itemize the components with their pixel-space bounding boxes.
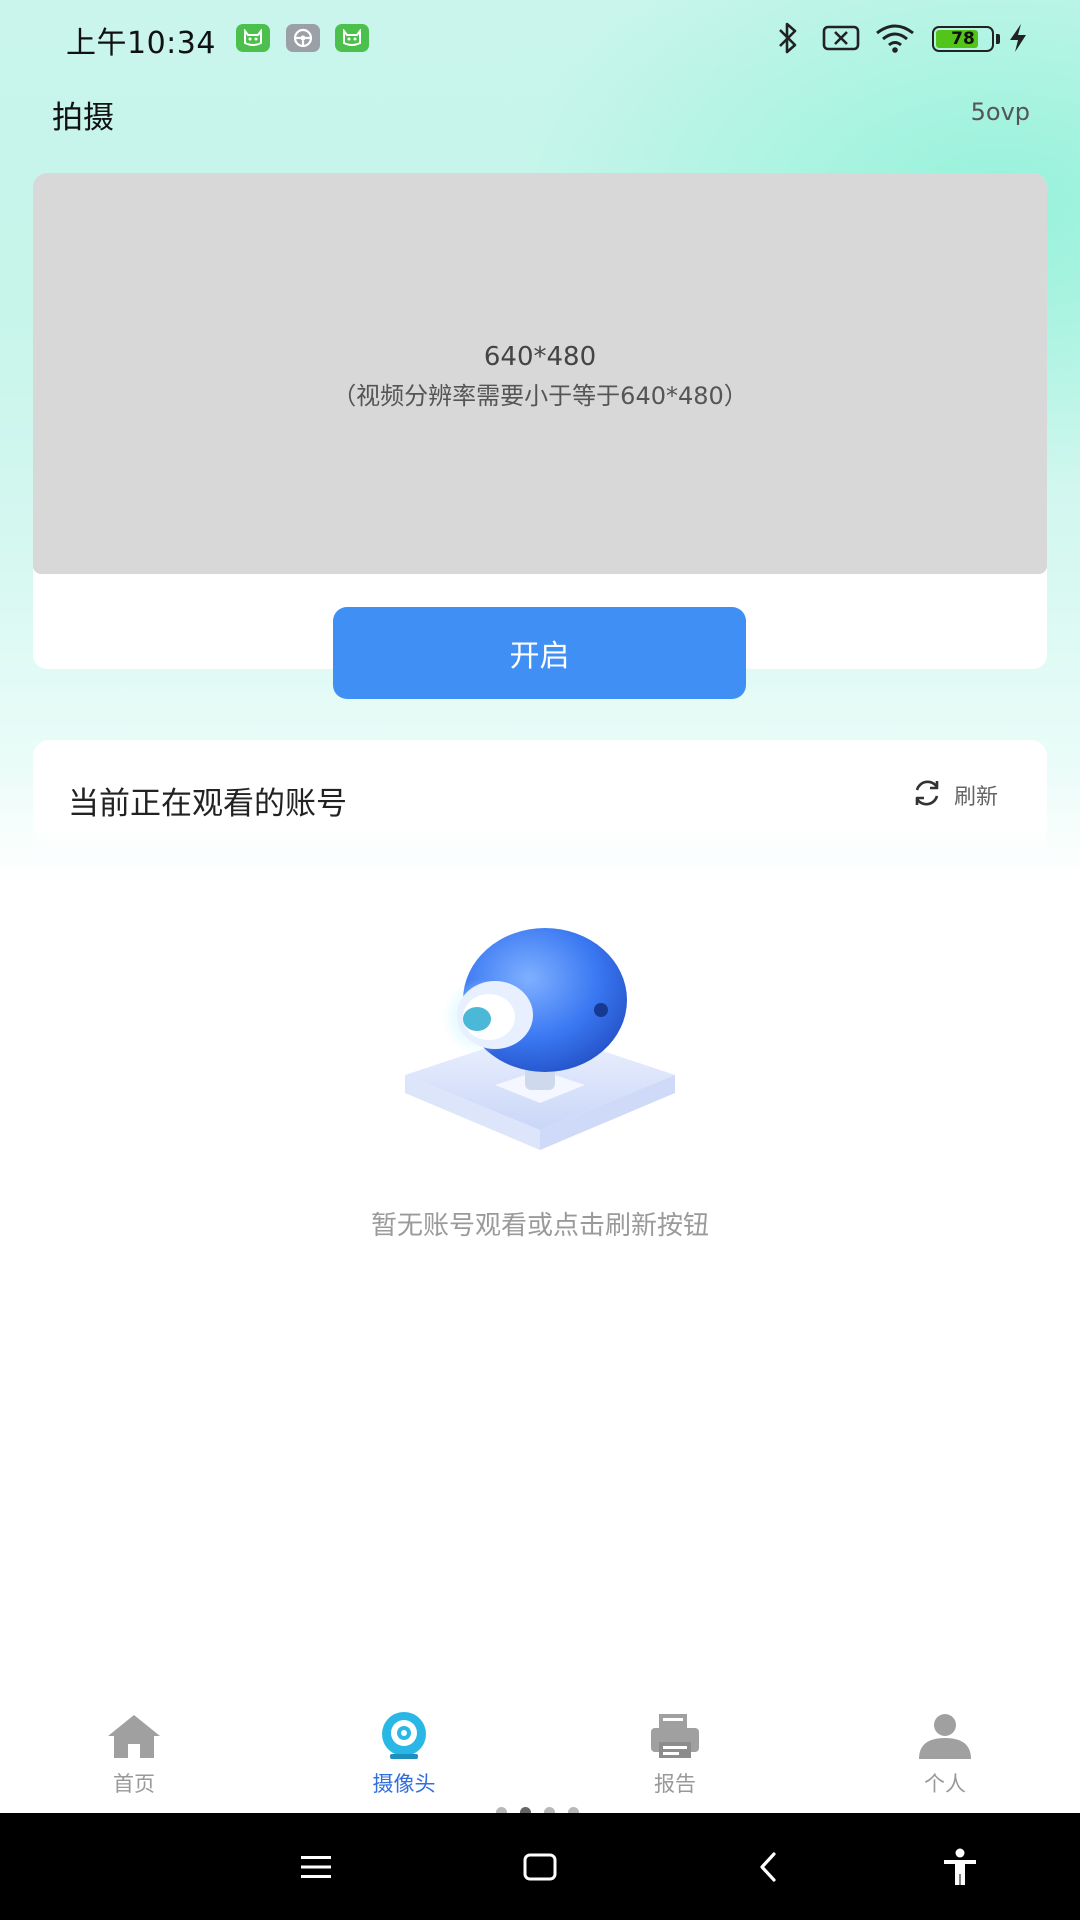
nav-item-camera[interactable]: 摄像头 <box>334 1712 474 1798</box>
start-button[interactable]: 开启 <box>333 607 746 699</box>
battery-level-text: 78 <box>951 29 975 49</box>
nav-label-profile: 个人 <box>924 1772 966 1796</box>
empty-state-text: 暂无账号观看或点击刷新按钮 <box>370 1211 709 1241</box>
refresh-icon <box>910 776 944 814</box>
back-icon[interactable] <box>744 1843 792 1891</box>
status-bar: 上午10:34 78 <box>0 0 1080 78</box>
app-cat-icon <box>236 24 270 52</box>
nav-item-profile[interactable]: 个人 <box>875 1712 1015 1798</box>
report-printer-icon <box>646 1712 704 1764</box>
resolution-note: （视频分辨率需要小于等于640*480） <box>332 382 748 410</box>
version-label: 5ovp <box>970 98 1030 126</box>
battery-tip <box>996 34 1000 44</box>
wifi-icon <box>874 20 916 56</box>
menu-icon[interactable] <box>292 1843 340 1891</box>
nav-label-camera: 摄像头 <box>372 1772 436 1796</box>
battery-icon: 78 <box>932 26 994 52</box>
nav-item-report[interactable]: 报告 <box>605 1712 745 1798</box>
status-time: 上午10:34 <box>66 26 216 61</box>
refresh-button[interactable]: 刷新 <box>910 776 998 814</box>
webcam-illustration <box>395 925 685 1175</box>
person-icon <box>916 1712 974 1764</box>
nav-item-home[interactable]: 首页 <box>64 1712 204 1798</box>
watching-title: 当前正在观看的账号 <box>68 786 347 822</box>
nav-label-home: 首页 <box>113 1772 155 1796</box>
refresh-label: 刷新 <box>954 785 999 810</box>
bluetooth-icon <box>774 20 802 56</box>
webcam-icon <box>375 1712 433 1764</box>
app-cat-icon <box>335 24 369 52</box>
nav-label-report: 报告 <box>654 1772 696 1796</box>
home-square-icon[interactable] <box>516 1843 564 1891</box>
home-icon <box>105 1712 163 1764</box>
resolution-text: 640*480 <box>483 342 597 372</box>
charging-icon <box>1006 20 1030 56</box>
steering-wheel-icon <box>286 24 320 52</box>
accessibility-icon[interactable] <box>936 1843 984 1891</box>
no-sim-icon <box>822 20 860 56</box>
video-preview-area <box>33 173 1047 574</box>
page-title: 拍摄 <box>52 100 114 136</box>
